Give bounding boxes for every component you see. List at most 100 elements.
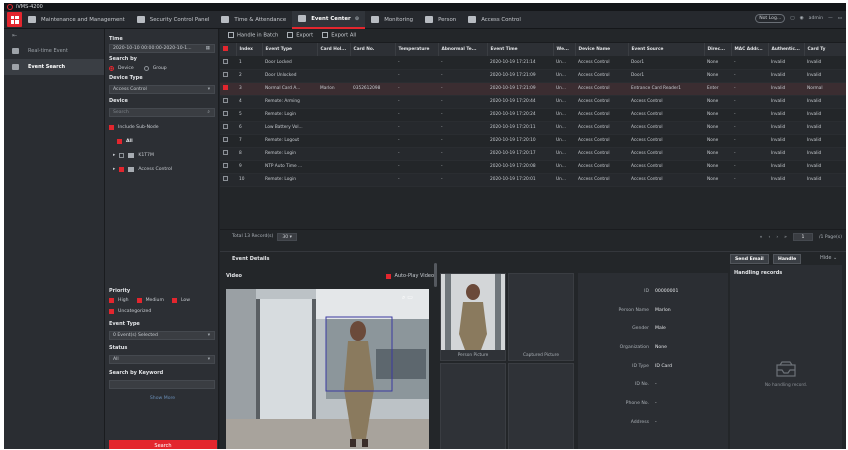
export-button[interactable]: Export [287,32,313,39]
row-checkbox-cell[interactable] [220,69,236,83]
expand-icon[interactable]: ▸ [113,153,115,158]
tree-node-access-control[interactable]: ▸ Access Control [113,167,172,172]
tree-node-checkbox[interactable] [119,167,125,172]
column-header[interactable]: Abnormal Te... [438,43,488,56]
priority-low-checkbox[interactable] [171,298,177,303]
search-button[interactable]: Search [109,440,217,449]
row-checkbox[interactable] [223,98,228,103]
row-checkbox[interactable] [223,176,228,181]
person-picture[interactable]: Person Picture [440,273,506,361]
priority-medium-checkbox[interactable] [136,298,142,303]
home-grid-button[interactable] [7,12,22,27]
column-header[interactable]: Authentic... [768,43,805,56]
group-radio[interactable] [143,66,149,71]
lock-icon[interactable]: ▢ [790,16,794,21]
table-row[interactable]: 3 Normal Card A... Marlon 0352612098- -2020-… [220,82,846,96]
tab-maintenance[interactable]: Maintenance and Management [22,11,131,29]
handle-button[interactable]: Handle [773,254,802,264]
select-all-header[interactable] [220,43,237,56]
column-header[interactable]: Event Time [487,43,554,56]
sidebar-item-event-search[interactable]: Event Search [4,59,104,75]
table-row[interactable]: 1 Door Locked - -2020-10-19 17:21:14 Un... Ac… [220,56,846,70]
column-header[interactable]: Event Type [262,43,318,56]
device-search-input[interactable]: Search ⌕ [109,108,215,117]
row-checkbox-cell[interactable] [220,121,236,135]
event-type-select[interactable]: 0 Event(s) Selected ▾ [109,331,215,340]
row-checkbox-cell[interactable] [220,147,236,161]
priority-uncategorized-checkbox[interactable] [109,309,114,314]
prev-page-icon[interactable]: ‹ [768,235,770,240]
hide-toggle[interactable]: Hide ⌄ [820,255,837,261]
table-row[interactable]: 8 Remote: Login - -2020-10-19 17:20:17 Un...… [220,147,846,161]
time-range-field[interactable]: 2020-10-10 00:00:00-2020-10-1... ▦ [109,44,215,53]
expand-icon[interactable]: ▸ [113,167,115,172]
row-checkbox-cell[interactable] [220,56,236,70]
keyword-input[interactable] [109,380,215,389]
table-row[interactable]: 6 Low Battery Vol... - -2020-10-19 17:20:11… [220,121,846,135]
collapse-menu-icon[interactable]: ⇤ [4,29,104,43]
tab-monitoring[interactable]: Monitoring [365,11,419,29]
login-status-badge[interactable]: Not Log... [755,14,786,23]
handle-batch-button[interactable]: Handle in Batch [228,32,278,39]
tree-node-k1t7m[interactable]: ▸ K1T7M [113,153,154,158]
first-page-icon[interactable]: « [760,235,763,240]
column-header[interactable]: Card No. [350,43,396,56]
row-checkbox[interactable] [223,137,228,142]
sidebar-item-realtime-event[interactable]: Real-time Event [4,43,104,59]
device-radio[interactable] [109,66,114,71]
column-header[interactable]: Card Hol... [317,43,351,56]
table-row[interactable]: 5 Remote: Login - -2020-10-19 17:20:24 Un...… [220,108,846,122]
last-page-icon[interactable]: » [784,235,787,240]
column-header[interactable]: Direc... [704,43,732,56]
auto-play-toggle[interactable]: Auto-Play Video [386,273,434,279]
close-tab-icon[interactable]: ⊗ [355,16,360,22]
minimize-icon[interactable]: — [828,16,833,21]
table-row[interactable]: 10 Remote: Login - -2020-10-19 17:20:01 Un..… [220,173,846,187]
table-row[interactable]: 4 Remote: Arming - -2020-10-19 17:20:44 Un..… [220,95,846,109]
row-checkbox-cell[interactable] [220,160,236,174]
priority-uncategorized[interactable]: Uncategorized [109,309,151,314]
auto-play-checkbox[interactable] [386,273,392,279]
row-checkbox-cell[interactable] [220,173,236,187]
per-page-select[interactable]: 30 ▾ [277,232,297,241]
row-checkbox[interactable] [223,150,228,155]
tree-node-checkbox[interactable] [119,153,125,158]
user-name[interactable]: admin [809,16,823,21]
table-row[interactable]: 7 Remote: Logout - -2020-10-19 17:20:10 Un..… [220,134,846,148]
status-select[interactable]: All ▾ [109,355,215,364]
row-checkbox[interactable] [223,163,228,168]
column-header[interactable]: Device Name [575,43,629,56]
row-checkbox-cell[interactable] [220,95,236,109]
column-header[interactable]: MAC Addr... [731,43,769,56]
include-sub-node[interactable]: Include Sub-Node [109,125,159,130]
maximize-icon[interactable]: ▭ [838,16,842,21]
table-row[interactable]: 2 Door Unlocked - -2020-10-19 17:21:09 Un...… [220,69,846,83]
include-sub-node-checkbox[interactable] [109,125,114,130]
send-email-button[interactable]: Send Email [730,254,769,264]
next-page-icon[interactable]: › [776,235,778,240]
row-checkbox-cell[interactable] [220,134,236,148]
select-all-checkbox[interactable] [223,46,228,51]
row-checkbox[interactable] [223,72,228,77]
tab-time-attendance[interactable]: Time & Attendance [215,11,292,29]
priority-high-checkbox[interactable] [109,298,114,303]
tab-person[interactable]: Person [419,11,462,29]
column-header[interactable]: Index [236,43,263,56]
tree-all[interactable]: All [117,139,133,144]
panel-resize-handle[interactable] [434,263,437,287]
captured-picture[interactable]: Captured Picture [508,273,574,361]
export-all-button[interactable]: Export All [322,32,356,39]
column-header[interactable]: Event Source [628,43,705,56]
tree-all-checkbox[interactable] [117,139,122,144]
table-row[interactable]: 9 NTP Auto Time ... - -2020-10-19 17:20:08 U… [220,160,846,174]
row-checkbox[interactable] [223,58,228,64]
row-checkbox-cell[interactable] [220,82,236,96]
tab-event-center[interactable]: Event Center ⊗ [292,10,366,29]
device-type-select[interactable]: Access Control ▾ [109,85,215,94]
column-header[interactable]: Card Ty [804,43,846,56]
row-checkbox[interactable] [223,85,228,90]
column-header[interactable]: We... [553,43,576,56]
row-checkbox-cell[interactable] [220,108,236,122]
page-number-input[interactable]: 1 [792,233,813,241]
column-header[interactable]: Temperature [395,43,439,56]
